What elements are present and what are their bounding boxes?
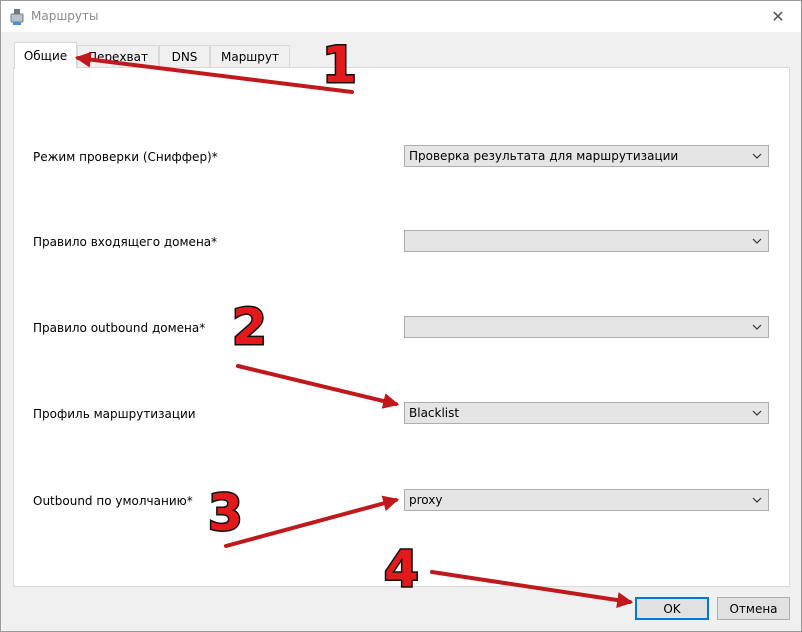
window-title: Маршруты <box>31 9 99 23</box>
routing-profile-select[interactable]: Blacklist <box>404 402 769 424</box>
title-bar[interactable]: Маршруты ✕ <box>1 1 801 32</box>
ok-button[interactable]: OK <box>635 597 709 620</box>
tab-dns[interactable]: DNS <box>159 45 210 67</box>
outbound-domain-rule-label: Правило outbound домена* <box>33 321 206 335</box>
routing-profile-label: Профиль маршрутизации <box>33 407 196 421</box>
inbound-domain-rule-label: Правило входящего домена* <box>33 235 218 249</box>
close-button[interactable]: ✕ <box>755 1 801 32</box>
sniffer-mode-label: Режим проверки (Сниффер)* <box>33 150 218 164</box>
cancel-button[interactable]: Отмена <box>717 597 790 620</box>
chevron-down-icon <box>752 324 762 330</box>
close-icon: ✕ <box>771 6 785 26</box>
sniffer-mode-select[interactable]: Проверка результата для маршрутизации <box>404 145 769 167</box>
tab-route[interactable]: Маршрут <box>210 45 290 67</box>
default-outbound-label: Outbound по умолчанию* <box>33 494 193 508</box>
tab-label: DNS <box>171 49 198 64</box>
tab-intercept[interactable]: Перехват <box>77 45 159 67</box>
tab-label: Перехват <box>88 49 148 64</box>
chevron-down-icon <box>752 238 762 244</box>
ok-button-label: OK <box>663 601 681 616</box>
routing-profile-value: Blacklist <box>409 406 460 420</box>
outbound-domain-rule-select[interactable] <box>404 316 769 338</box>
app-icon <box>10 9 24 25</box>
sniffer-mode-value: Проверка результата для маршрутизации <box>409 149 679 163</box>
inbound-domain-rule-select[interactable] <box>404 230 769 252</box>
routes-dialog: Маршруты ✕ Общие Перехват DNS Маршрут Ре… <box>0 0 802 632</box>
chevron-down-icon <box>752 497 762 503</box>
cancel-button-label: Отмена <box>729 601 778 616</box>
default-outbound-select[interactable]: proxy <box>404 489 769 511</box>
tab-general[interactable]: Общие <box>14 42 77 69</box>
chevron-down-icon <box>752 410 762 416</box>
tab-label: Общие <box>23 49 68 63</box>
chevron-down-icon <box>752 153 762 159</box>
default-outbound-value: proxy <box>409 493 443 507</box>
tab-label: Маршрут <box>220 49 279 64</box>
